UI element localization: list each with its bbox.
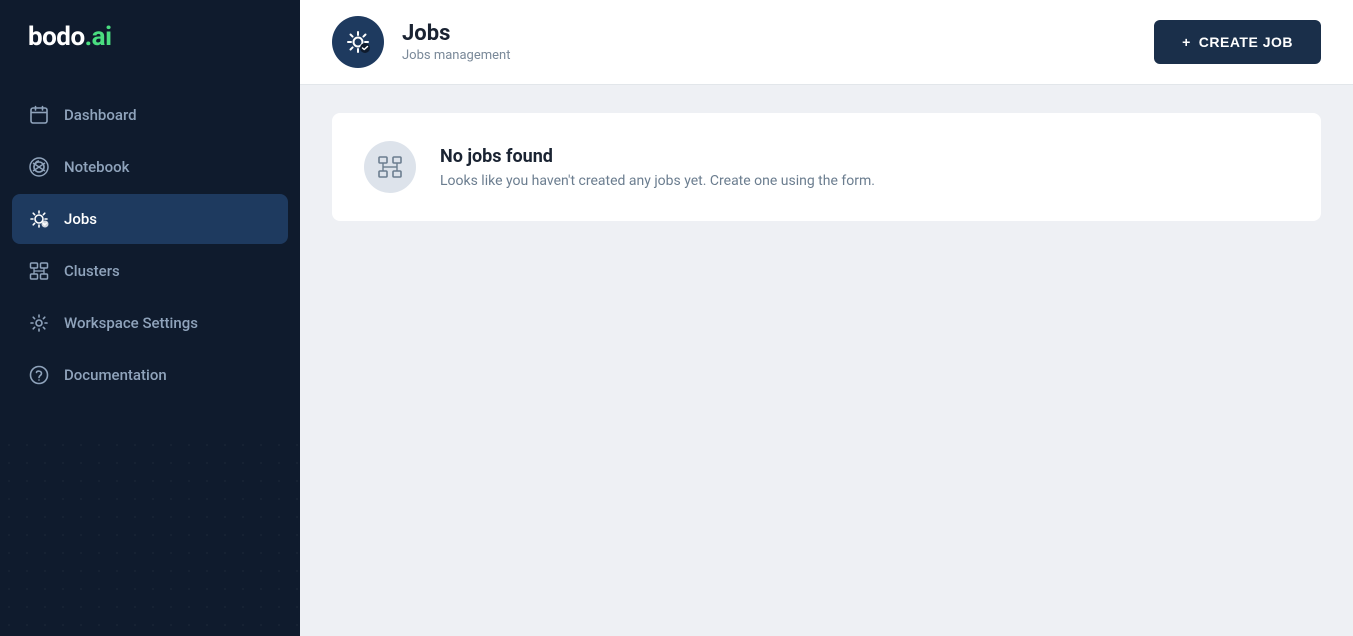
settings-icon <box>28 312 50 334</box>
sidebar-label-documentation: Documentation <box>64 366 167 384</box>
sidebar-item-dashboard[interactable]: Dashboard <box>12 90 288 140</box>
nav-items: Dashboard Notebook <box>0 90 300 636</box>
header-text: Jobs Jobs management <box>402 21 510 63</box>
empty-state-subtitle: Looks like you haven't created any jobs … <box>440 173 875 189</box>
page-icon-circle <box>332 16 384 68</box>
empty-state-card: No jobs found Looks like you haven't cre… <box>332 113 1321 221</box>
sidebar-item-documentation[interactable]: Documentation <box>12 350 288 400</box>
calendar-icon <box>28 104 50 126</box>
sidebar-item-clusters[interactable]: Clusters <box>12 246 288 296</box>
logo: bodo.ai <box>28 22 272 52</box>
clusters-icon <box>28 260 50 282</box>
logo-area: bodo.ai <box>0 0 300 74</box>
sidebar-item-jobs[interactable]: Jobs <box>12 194 288 244</box>
create-job-button[interactable]: + CREATE JOB <box>1154 20 1321 64</box>
empty-state-icon-circle <box>364 141 416 193</box>
sidebar-item-workspace-settings[interactable]: Workspace Settings <box>12 298 288 348</box>
empty-state-text: No jobs found Looks like you haven't cre… <box>440 146 875 189</box>
logo-text-bodo: bodo <box>28 22 85 52</box>
main-content: Jobs Jobs management + CREATE JOB <box>300 0 1353 636</box>
sidebar-label-jobs: Jobs <box>64 210 97 228</box>
empty-state-title: No jobs found <box>440 146 875 167</box>
logo-text-ai: .ai <box>85 22 112 52</box>
sidebar-label-clusters: Clusters <box>64 262 120 280</box>
page-subtitle: Jobs management <box>402 48 510 63</box>
clusters-empty-icon <box>378 155 402 179</box>
sidebar-label-dashboard: Dashboard <box>64 106 137 124</box>
sidebar-label-workspace-settings: Workspace Settings <box>64 314 198 332</box>
sidebar: bodo.ai Dashboard <box>0 0 300 636</box>
content-area: No jobs found Looks like you haven't cre… <box>300 85 1353 636</box>
help-icon <box>28 364 50 386</box>
page-header: Jobs Jobs management + CREATE JOB <box>300 0 1353 85</box>
page-gear-icon <box>345 29 371 55</box>
plus-icon: + <box>1182 34 1191 50</box>
sidebar-item-notebook[interactable]: Notebook <box>12 142 288 192</box>
page-title: Jobs <box>402 21 510 46</box>
sidebar-label-notebook: Notebook <box>64 158 129 176</box>
header-left: Jobs Jobs management <box>332 16 510 68</box>
notebook-icon <box>28 156 50 178</box>
create-job-label: CREATE JOB <box>1199 34 1293 50</box>
jobs-icon <box>28 208 50 230</box>
